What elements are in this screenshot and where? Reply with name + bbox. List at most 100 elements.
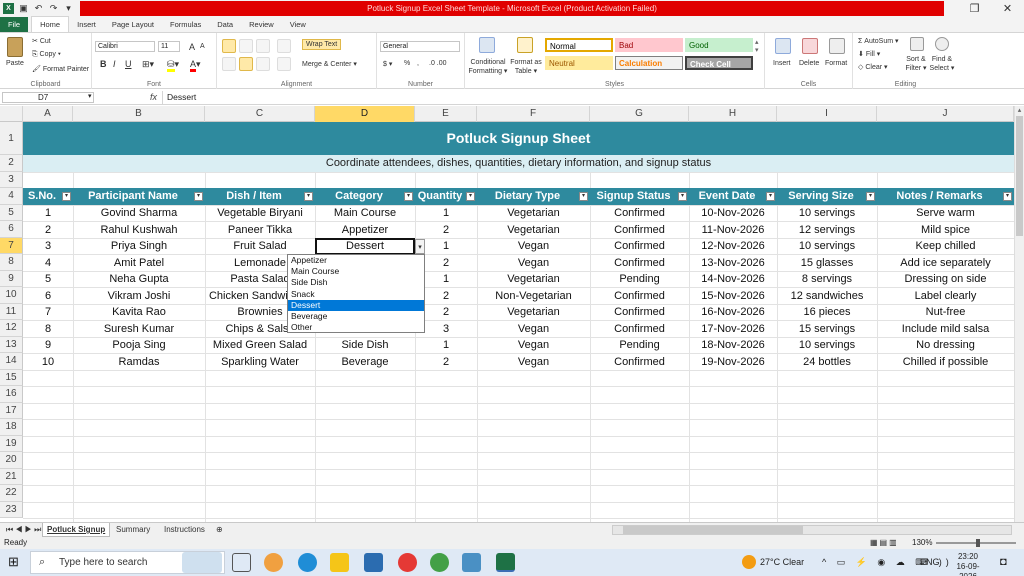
table-cell[interactable]: 11-Nov-2026	[689, 222, 777, 239]
table-cell[interactable]: 16 pieces	[777, 304, 877, 321]
table-cell[interactable]: 3	[23, 238, 73, 255]
new-sheet-icon[interactable]: ⊕	[212, 523, 227, 537]
row-header-1[interactable]: 1	[0, 122, 23, 155]
vertical-scrollbar[interactable]: ▴	[1014, 106, 1024, 522]
sheet-tab-instructions[interactable]: Instructions	[160, 523, 209, 537]
table-cell[interactable]: Paneer Tikka	[205, 222, 315, 239]
tab-formulas[interactable]: Formulas	[162, 17, 209, 32]
table-cell[interactable]: Suresh Kumar	[73, 321, 205, 338]
dropdown-option[interactable]: Snack	[288, 289, 424, 300]
file-explorer-icon[interactable]	[330, 553, 349, 572]
table-cell[interactable]: Rahul Kushwah	[73, 222, 205, 239]
scroll-thumb[interactable]	[1016, 116, 1023, 236]
column-header-c[interactable]: C	[205, 106, 315, 122]
style-good[interactable]: Good	[685, 38, 753, 52]
table-cell[interactable]: 10 servings	[777, 337, 877, 354]
table-cell[interactable]: 2	[415, 222, 477, 239]
sheet-tab-summary[interactable]: Summary	[112, 523, 154, 537]
table-cell[interactable]: 1	[415, 205, 477, 222]
table-cell[interactable]: 24 bottles	[777, 354, 877, 371]
table-cell[interactable]: Non-Vegetarian	[477, 288, 590, 305]
tab-review[interactable]: Review	[241, 17, 282, 32]
notification-icon[interactable]: ◘	[1000, 549, 1007, 576]
table-cell[interactable]: Vegan	[477, 321, 590, 338]
row-header-3[interactable]: 3	[0, 171, 23, 188]
column-header-d[interactable]: D	[315, 106, 415, 122]
redo-icon[interactable]: ↷	[48, 3, 59, 14]
table-cell[interactable]: Chilled if possible	[877, 354, 1014, 371]
grow-font-button[interactable]: A	[189, 42, 195, 52]
column-header-b[interactable]: B	[73, 106, 205, 122]
table-cell[interactable]: Pending	[590, 337, 689, 354]
excel-taskbar-icon[interactable]	[496, 553, 515, 572]
filter-dropdown-icon[interactable]: ▾	[304, 192, 313, 201]
table-cell[interactable]: Govind Sharma	[73, 205, 205, 222]
column-header-h[interactable]: H	[689, 106, 777, 122]
font-color-icon[interactable]: A▾	[190, 59, 201, 72]
table-cell[interactable]: Side Dish	[315, 337, 415, 354]
filter-dropdown-icon[interactable]: ▾	[404, 192, 413, 201]
filter-dropdown-icon[interactable]: ▾	[62, 192, 71, 201]
language-indicator[interactable]: ENG	[920, 549, 940, 576]
row-header-18[interactable]: 18	[0, 419, 23, 436]
format-painter-button[interactable]: 🖌 Format Painter	[32, 65, 89, 73]
store-icon[interactable]	[364, 553, 383, 572]
table-cell[interactable]: Label clearly	[877, 288, 1014, 305]
filter-dropdown-icon[interactable]: ▾	[466, 192, 475, 201]
table-cell[interactable]: Vegetarian	[477, 205, 590, 222]
table-cell[interactable]: Add ice separately	[877, 255, 1014, 272]
align-top-icon[interactable]	[222, 39, 236, 53]
column-header-i[interactable]: I	[777, 106, 877, 122]
styles-scroll-icon[interactable]: ▴ ▾	[755, 38, 759, 54]
column-header-f[interactable]: F	[477, 106, 590, 122]
table-cell[interactable]: 10	[23, 354, 73, 371]
column-header-a[interactable]: A	[23, 106, 73, 122]
autosum-button[interactable]: Σ AutoSum ▾	[858, 37, 899, 45]
row-header-21[interactable]: 21	[0, 468, 23, 485]
table-cell[interactable]: 15 glasses	[777, 255, 877, 272]
table-cell[interactable]: 5	[23, 271, 73, 288]
table-cell[interactable]: No dressing	[877, 337, 1014, 354]
align-right-icon[interactable]	[256, 57, 270, 71]
row-header-2[interactable]: 2	[0, 155, 23, 172]
view-buttons-icon[interactable]: ▦▤▥	[870, 537, 899, 549]
table-cell[interactable]: Sparkling Water	[205, 354, 315, 371]
notepad-icon[interactable]	[462, 553, 481, 572]
table-cell[interactable]: 7	[23, 304, 73, 321]
edge-icon[interactable]	[298, 553, 317, 572]
column-header-j[interactable]: J	[877, 106, 1014, 122]
table-cell[interactable]: Main Course	[315, 205, 415, 222]
dropdown-option[interactable]: Appetizer	[288, 255, 424, 266]
dropdown-option[interactable]: Side Dish	[288, 277, 424, 288]
row-header-8[interactable]: 8	[0, 254, 23, 271]
row-header-20[interactable]: 20	[0, 452, 23, 469]
italic-button[interactable]: I	[113, 59, 116, 69]
font-name-select[interactable]: Calibri	[95, 41, 155, 52]
table-cell[interactable]: Confirmed	[590, 255, 689, 272]
scroll-up-icon[interactable]: ▴	[1015, 106, 1024, 114]
style-normal[interactable]: Normal	[545, 38, 613, 52]
table-cell[interactable]: 10 servings	[777, 205, 877, 222]
row-header-13[interactable]: 13	[0, 336, 23, 353]
fill-button[interactable]: ⬇ Fill ▾	[858, 50, 880, 58]
conditional-formatting-button[interactable]: Conditional Formatting ▾	[468, 58, 508, 76]
table-cell[interactable]: Confirmed	[590, 354, 689, 371]
style-neutral[interactable]: Neutral	[545, 56, 613, 70]
table-cell[interactable]: Mild spice	[877, 222, 1014, 239]
row-header-17[interactable]: 17	[0, 402, 23, 419]
number-format-select[interactable]: General	[380, 41, 460, 52]
save-icon[interactable]: ▣	[18, 3, 29, 14]
borders-icon[interactable]: ⊞▾	[142, 59, 154, 70]
table-cell[interactable]: Dressing on side	[877, 271, 1014, 288]
font-size-select[interactable]: 11	[158, 41, 180, 52]
table-cell[interactable]: Nut-free	[877, 304, 1014, 321]
table-cell[interactable]: 15-Nov-2026	[689, 288, 777, 305]
tab-page-layout[interactable]: Page Layout	[104, 17, 162, 32]
row-header-23[interactable]: 23	[0, 501, 23, 518]
table-cell[interactable]: 2	[415, 354, 477, 371]
clear-button[interactable]: ◇ Clear ▾	[858, 63, 888, 71]
table-cell[interactable]: Neha Gupta	[73, 271, 205, 288]
row-header-12[interactable]: 12	[0, 320, 23, 337]
table-cell[interactable]: Pending	[590, 271, 689, 288]
sort-filter-button[interactable]: Sort & Filter ▾	[904, 55, 928, 73]
